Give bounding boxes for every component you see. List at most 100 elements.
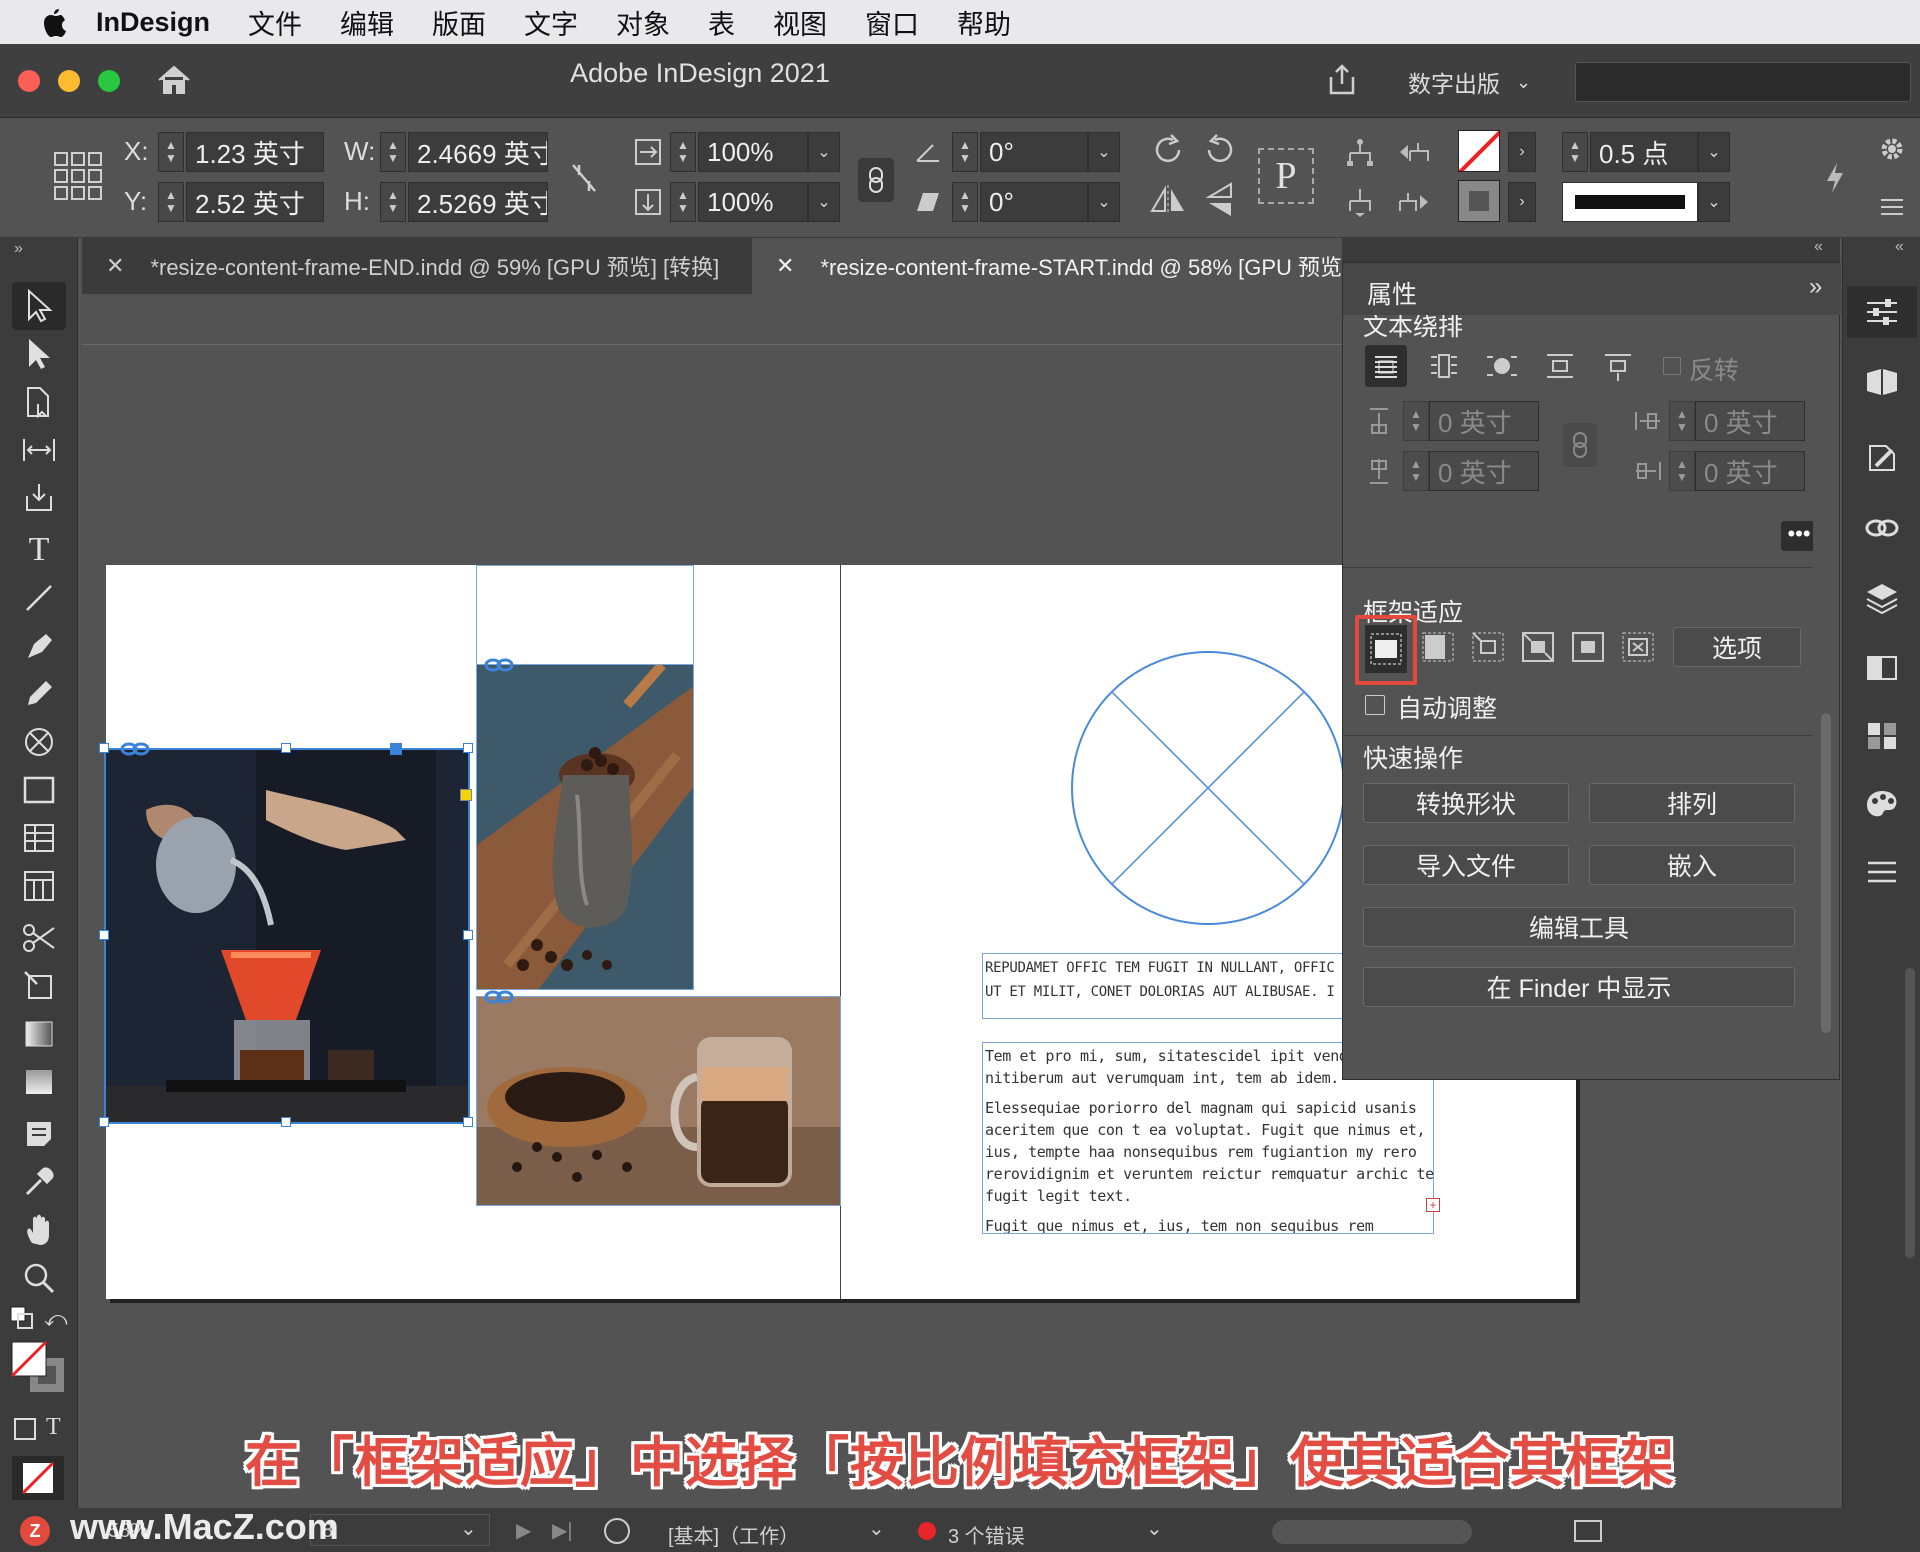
frame-handle[interactable]: [463, 1117, 473, 1127]
expand-toolbar-icon[interactable]: »: [14, 240, 23, 258]
h-field[interactable]: 2.5269 英寸: [408, 182, 548, 222]
w-field[interactable]: 2.4669 英寸: [408, 132, 548, 172]
scale-x-field[interactable]: 100%: [698, 132, 808, 172]
gradient-swatch-tool-icon[interactable]: [14, 1014, 64, 1054]
cc-libraries-icon[interactable]: [1857, 438, 1907, 478]
rectangle-frame-tool-icon[interactable]: [14, 722, 64, 762]
fill-swatch-none[interactable]: [1458, 130, 1500, 172]
rotate-counterclockwise-icon[interactable]: [1200, 130, 1240, 170]
content-aware-fit-button[interactable]: [1619, 627, 1659, 667]
workspace-state[interactable]: [基本]（工作）: [668, 1520, 799, 1549]
preflight-profile-icon[interactable]: [604, 1518, 630, 1544]
line-tool-icon[interactable]: [14, 578, 64, 618]
left-offset-field[interactable]: 0 英寸: [1695, 401, 1805, 441]
search-field[interactable]: [1575, 62, 1911, 102]
coffee-pot-image[interactable]: [476, 664, 694, 990]
y-field[interactable]: 2.52 英寸: [186, 182, 324, 222]
tab-end-document[interactable]: ✕ *resize-content-frame-END.indd @ 59% […: [82, 238, 752, 294]
close-tab-icon[interactable]: ✕: [106, 253, 124, 279]
horizontal-scrollbar[interactable]: [1272, 1520, 1472, 1544]
embed-button[interactable]: 嵌入: [1589, 845, 1795, 885]
constrain-proportions-icon[interactable]: [566, 158, 602, 198]
swatches-panel-icon[interactable]: [1857, 648, 1907, 688]
import-file-button[interactable]: 导入文件: [1363, 845, 1569, 885]
quick-apply-lightning-icon[interactable]: [1818, 156, 1852, 200]
stroke-weight-dropdown[interactable]: ⌄: [1698, 132, 1730, 172]
next-page-icon[interactable]: ▶: [516, 1518, 531, 1543]
type-tool-icon[interactable]: T: [14, 530, 64, 570]
frame-handle[interactable]: [281, 743, 291, 753]
left-offset-stepper[interactable]: ▲ ▼: [1669, 401, 1695, 441]
scale-y-dropdown[interactable]: ⌄: [808, 182, 840, 222]
paragraph-select-icon[interactable]: P: [1258, 148, 1314, 204]
menu-type[interactable]: 文字: [524, 3, 578, 42]
panel-scrollbar[interactable]: [1821, 713, 1831, 1033]
reveal-in-finder-button[interactable]: 在 Finder 中显示: [1363, 967, 1795, 1007]
split-window-icon[interactable]: [1574, 1520, 1602, 1542]
w-stepper[interactable]: ▲ ▼: [380, 132, 406, 172]
stroke-weight-stepper[interactable]: ▲ ▼: [1562, 132, 1588, 172]
menu-app-name[interactable]: InDesign: [96, 7, 210, 38]
page-menu-chevron-icon[interactable]: ⌄: [460, 1516, 477, 1541]
properties-panel-icon[interactable]: [1857, 292, 1907, 332]
close-tab-icon[interactable]: ✕: [776, 253, 794, 279]
frame-handle[interactable]: [99, 930, 109, 940]
content-collector-icon[interactable]: [14, 478, 64, 518]
frame-handle[interactable]: [463, 743, 473, 753]
tab-start-document[interactable]: ✕ *resize-content-frame-START.indd @ 58%…: [752, 238, 1342, 294]
overset-text-icon[interactable]: +: [1426, 1198, 1440, 1212]
flip-horizontal-icon[interactable]: [1148, 180, 1188, 220]
last-page-icon[interactable]: ▶|: [552, 1518, 573, 1543]
shear-dropdown[interactable]: ⌄: [1088, 182, 1120, 222]
link-offsets-icon[interactable]: [1563, 423, 1597, 467]
menu-file[interactable]: 文件: [248, 3, 302, 42]
menu-view[interactable]: 视图: [773, 3, 827, 42]
rotate-field[interactable]: 0°: [980, 132, 1088, 172]
menu-edit[interactable]: 编辑: [340, 3, 394, 42]
stroke-swatch[interactable]: [1458, 180, 1500, 222]
panel-expand-icon[interactable]: »: [1809, 273, 1822, 301]
table-tool-icon[interactable]: [14, 818, 64, 858]
default-fill-stroke-icon[interactable]: [10, 1306, 34, 1330]
panel-menu-icon[interactable]: [1872, 190, 1912, 224]
frame-handle[interactable]: [99, 743, 109, 753]
eyedropper-tool-icon[interactable]: [14, 1162, 64, 1202]
menu-table[interactable]: 表: [708, 3, 735, 42]
top-offset-stepper[interactable]: ▲ ▼: [1403, 401, 1429, 441]
frame-handle[interactable]: [463, 930, 473, 940]
gap-tool-icon[interactable]: [14, 430, 64, 470]
direct-selection-tool-icon[interactable]: [14, 334, 64, 374]
select-container-icon[interactable]: [1342, 132, 1378, 172]
select-next-object-icon[interactable]: [1394, 182, 1434, 222]
scissors-tool-icon[interactable]: [14, 918, 64, 958]
gradient-feather-tool-icon[interactable]: [14, 1062, 64, 1102]
y-stepper[interactable]: ▲ ▼: [158, 182, 184, 222]
free-transform-tool-icon[interactable]: [14, 966, 64, 1006]
link-chain-icon[interactable]: [484, 989, 514, 1005]
fill-stroke-widget[interactable]: [10, 1340, 68, 1396]
fill-frame-proportionally-button[interactable]: [1365, 625, 1407, 673]
link-chain-icon[interactable]: [120, 741, 150, 757]
share-icon[interactable]: [1322, 60, 1362, 100]
gear-icon[interactable]: [1872, 132, 1912, 166]
menu-window[interactable]: 窗口: [865, 3, 919, 42]
pencil-tool-icon[interactable]: [14, 674, 64, 714]
zoom-tool-icon[interactable]: [14, 1258, 64, 1298]
selected-frame-outline[interactable]: [104, 748, 470, 1124]
x-stepper[interactable]: ▲ ▼: [158, 132, 184, 172]
convert-shape-button[interactable]: 转换形状: [1363, 783, 1569, 823]
wrap-object-shape-button[interactable]: [1481, 345, 1523, 387]
scale-x-dropdown[interactable]: ⌄: [808, 132, 840, 172]
wrap-next-column-button[interactable]: [1597, 345, 1639, 387]
edit-with-button[interactable]: 编辑工具: [1363, 907, 1795, 947]
page-tool-icon[interactable]: [14, 382, 64, 422]
auto-fit-checkbox[interactable]: [1365, 695, 1385, 715]
more-options-icon[interactable]: •••: [1781, 521, 1813, 551]
select-previous-object-icon[interactable]: [1394, 132, 1434, 172]
frame-handle[interactable]: [281, 1117, 291, 1127]
selection-tool-icon[interactable]: [14, 286, 64, 326]
link-chain-icon[interactable]: [484, 657, 514, 673]
frame-fit-options-button[interactable]: 选项: [1673, 627, 1801, 667]
center-content-button[interactable]: [1569, 627, 1609, 667]
stroke-weight-field[interactable]: 0.5 点: [1590, 132, 1698, 172]
